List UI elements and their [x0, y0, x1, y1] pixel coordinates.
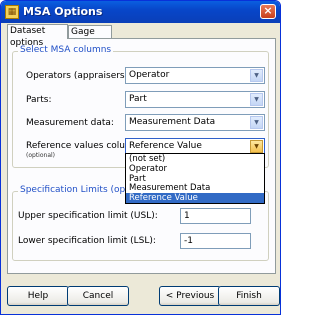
usl-input[interactable]: 1 [180, 208, 251, 224]
parts-label: Parts: [26, 95, 52, 105]
finish-button[interactable]: Finish [218, 286, 280, 306]
chevron-down-icon[interactable]: ▼ [250, 116, 263, 129]
chevron-down-icon[interactable]: ▼ [250, 69, 263, 82]
chevron-down-icon[interactable]: ▼ [250, 140, 263, 153]
tab-gage-info[interactable]: Gage Info [68, 25, 112, 49]
measurement-label: Measurement data: [26, 118, 114, 128]
measurement-select[interactable]: Measurement Data ▼ [125, 114, 265, 131]
cancel-button[interactable]: Cancel [67, 286, 129, 306]
operators-value: Operator [129, 70, 170, 80]
chevron-down-icon[interactable]: ▼ [250, 93, 263, 106]
reference-optional-note: (optional) [26, 152, 55, 159]
gage-icon: ▦ [5, 5, 19, 19]
reference-dropdown-list: (not set) Operator Part Measurement Data… [125, 153, 265, 204]
dropdown-option[interactable]: (not set) [126, 154, 264, 164]
parts-select[interactable]: Part ▼ [125, 91, 265, 108]
previous-button[interactable]: < Previous [159, 286, 221, 306]
dropdown-option[interactable]: Part [126, 174, 264, 184]
reference-value: Reference Value [129, 141, 202, 151]
operators-label: Operators (appraisers): [26, 71, 132, 81]
measurement-value: Measurement Data [129, 117, 216, 127]
lsl-label: Lower specification limit (LSL): [18, 236, 156, 246]
close-button[interactable]: × [260, 4, 276, 19]
tab-dataset-options[interactable]: Dataset options [7, 24, 68, 48]
title-bar: ▦ MSA Options × [1, 1, 280, 23]
msa-options-dialog: ▦ MSA Options × Dataset options Gage Inf… [0, 0, 281, 315]
window-title: MSA Options [23, 5, 103, 18]
parts-value: Part [129, 94, 147, 104]
help-button[interactable]: Help [7, 286, 69, 306]
dropdown-option-selected[interactable]: Reference Value [126, 193, 264, 203]
operators-select[interactable]: Operator ▼ [125, 67, 265, 84]
lsl-input[interactable]: -1 [180, 233, 251, 249]
dropdown-option[interactable]: Measurement Data [126, 183, 264, 193]
usl-label: Upper specification limit (USL): [18, 211, 158, 221]
dropdown-option[interactable]: Operator [126, 164, 264, 174]
